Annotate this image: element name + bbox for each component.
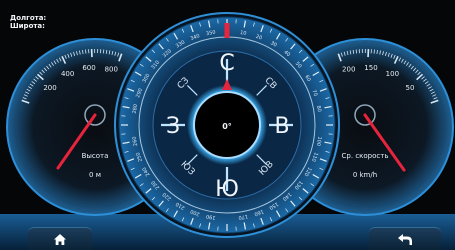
- speed-tick-label: 200: [342, 66, 355, 74]
- home-icon: [54, 233, 66, 245]
- longitude-label: Долгота:: [10, 14, 47, 22]
- cardinal-east: В: [274, 114, 289, 139]
- compass-degree-label: 80: [315, 105, 322, 112]
- cardinal-north: С: [219, 51, 234, 76]
- latitude-label: Широта:: [10, 22, 45, 30]
- altimeter-tick-label: 600: [82, 64, 95, 72]
- speed-tick-label: 150: [364, 64, 377, 72]
- back-button[interactable]: [369, 227, 441, 250]
- cardinal-south: Ю: [215, 177, 239, 202]
- altimeter-tick-label: 800: [105, 66, 118, 74]
- speed-tick-label: 100: [386, 70, 399, 78]
- cardinal-west: З: [166, 114, 180, 139]
- north-marker: [224, 23, 230, 38]
- dashboard: 200 400 600 800 Высота 0 м 50 100 150 200 Ср. …: [0, 12, 455, 250]
- altimeter-title: Высота: [82, 152, 109, 160]
- speed-value: 0 km/h: [353, 171, 377, 179]
- compass: 1020304050607080100110120130140150160170…: [114, 12, 340, 238]
- gps-status: Долгота: Широта:: [10, 14, 46, 30]
- altimeter-tick-label: 200: [43, 84, 56, 92]
- altimeter-value: 0 м: [89, 171, 101, 179]
- navigator-screen: 200 400 600 800 Высота 0 м 50 100 150 200 Ср. …: [0, 0, 455, 250]
- compass-degree-label: 10: [239, 30, 246, 37]
- home-button[interactable]: [28, 227, 92, 250]
- speed-title: Ср. скорость: [342, 152, 389, 160]
- speed-tick-label: 50: [406, 84, 415, 92]
- back-arrow-icon: [398, 233, 412, 245]
- heading-readout: 0°: [222, 122, 232, 131]
- altimeter-tick-label: 400: [61, 70, 74, 78]
